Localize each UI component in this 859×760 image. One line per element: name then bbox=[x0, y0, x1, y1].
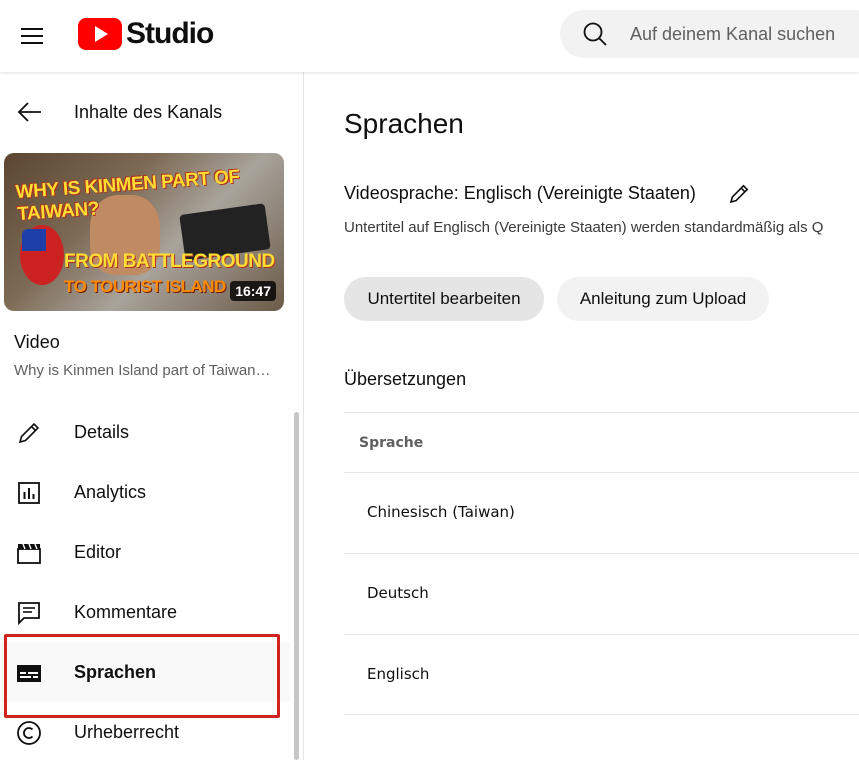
page-title: Sprachen bbox=[344, 108, 464, 139]
comment-icon bbox=[18, 602, 40, 626]
search-input[interactable] bbox=[630, 23, 859, 45]
youtube-play-icon bbox=[78, 18, 122, 50]
sidebar-scrollbar[interactable] bbox=[294, 412, 299, 760]
language-cell: Deutsch bbox=[367, 584, 429, 602]
thumbnail-line-2: FROM BATTLEGROUND bbox=[64, 251, 275, 272]
nav-label: Urheberrecht bbox=[74, 722, 180, 742]
taiwan-flag-icon bbox=[20, 225, 64, 285]
edit-subtitles-button[interactable]: Untertitel bearbeiten bbox=[344, 277, 544, 321]
video-heading: Video bbox=[14, 332, 60, 352]
nav-label: Sprachen bbox=[74, 662, 157, 682]
top-bar: Studio bbox=[0, 0, 859, 72]
copyright-icon bbox=[17, 721, 41, 745]
nav-item-analytics[interactable]: Analytics bbox=[0, 462, 290, 522]
subtitle-default-info: Untertitel auf Englisch (Vereinigte Staa… bbox=[344, 219, 824, 236]
table-row[interactable]: Deutsch bbox=[344, 553, 859, 634]
nav-label: Details bbox=[74, 422, 130, 442]
edit-pencil-icon[interactable] bbox=[727, 182, 751, 206]
upload-guide-button[interactable]: Anleitung zum Upload bbox=[557, 277, 769, 321]
logo-text: Studio bbox=[126, 17, 214, 50]
back-label: Inhalte des Kanals bbox=[74, 102, 223, 122]
video-language: Videosprache: Englisch (Vereinigte Staat… bbox=[344, 183, 696, 203]
search-icon[interactable] bbox=[582, 21, 608, 47]
youtube-studio-logo[interactable]: Studio bbox=[78, 17, 214, 51]
video-thumbnail[interactable]: WHY IS KINMEN PART OF TAIWAN? FROM BATTL… bbox=[4, 153, 284, 311]
table-row[interactable]: Englisch bbox=[344, 634, 859, 715]
arrow-left-icon[interactable] bbox=[16, 98, 44, 126]
nav-label: Kommentare bbox=[74, 602, 178, 622]
nav-label: Editor bbox=[74, 542, 122, 562]
nav-item-comments[interactable]: Kommentare bbox=[0, 582, 290, 642]
nav-item-languages[interactable]: Sprachen bbox=[0, 642, 290, 702]
hamburger-icon bbox=[21, 28, 43, 44]
table-row[interactable]: Chinesisch (Taiwan) bbox=[344, 472, 859, 553]
clapperboard-icon bbox=[17, 543, 41, 564]
language-cell: Chinesisch (Taiwan) bbox=[367, 503, 515, 521]
language-cell: Englisch bbox=[367, 665, 430, 683]
nav-item-editor[interactable]: Editor bbox=[0, 522, 290, 582]
thumbnail-line-3: TO TOURIST ISLAND bbox=[64, 277, 226, 296]
sidebar: Inhalte des Kanals WHY IS KINMEN PART OF… bbox=[0, 72, 304, 760]
search-bar[interactable] bbox=[560, 10, 859, 58]
column-header-language[interactable]: Sprache bbox=[359, 435, 423, 451]
analytics-icon bbox=[18, 482, 40, 504]
translations-table: Sprache Chinesisch (Taiwan) Deutsch Engl… bbox=[344, 412, 859, 715]
subtitles-icon bbox=[17, 665, 41, 682]
translations-heading: Übersetzungen bbox=[344, 369, 467, 389]
back-to-channel-content[interactable]: Inhalte des Kanals bbox=[0, 90, 304, 134]
main-content: Sprachen Videosprache: Englisch (Vereini… bbox=[305, 72, 859, 760]
nav-label: Analytics bbox=[74, 482, 147, 502]
nav-item-details[interactable]: Details bbox=[0, 402, 290, 462]
nav-item-copyright[interactable]: Urheberrecht bbox=[0, 702, 290, 760]
video-nav: Details Analytics Editor Kommentare Spra… bbox=[0, 402, 290, 760]
video-title: Why is Kinmen Island part of Taiwan… bbox=[14, 362, 271, 379]
pencil-icon bbox=[18, 422, 40, 444]
menu-button[interactable] bbox=[12, 16, 52, 56]
video-duration: 16:47 bbox=[230, 281, 276, 301]
table-header-row: Sprache bbox=[344, 412, 859, 472]
